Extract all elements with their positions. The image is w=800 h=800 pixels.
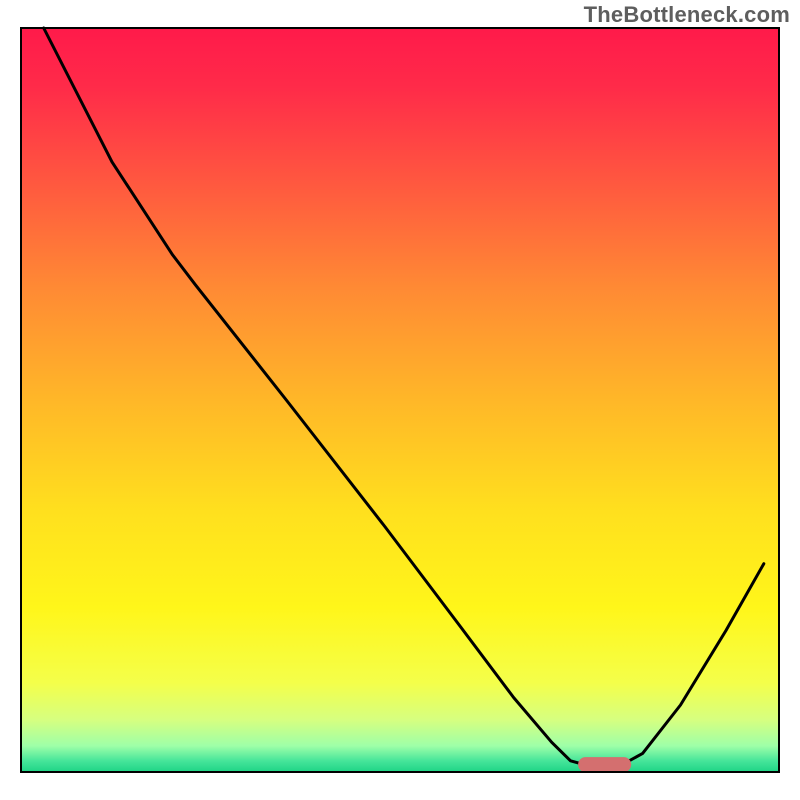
- bottleneck-chart: [0, 0, 800, 800]
- optimal-marker: [578, 757, 631, 772]
- chart-container: TheBottleneck.com: [0, 0, 800, 800]
- plot-background: [21, 28, 779, 772]
